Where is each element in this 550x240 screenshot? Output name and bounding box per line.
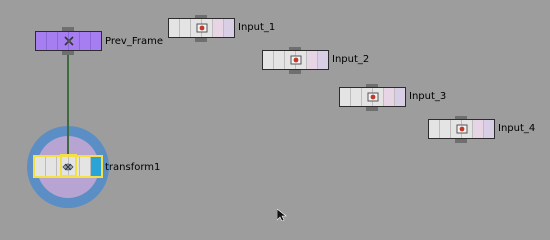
input-3-node[interactable] (339, 87, 406, 107)
input-1-output-port[interactable] (195, 38, 207, 42)
transform1-label: transform1 (105, 162, 161, 173)
input-4-output-port[interactable] (455, 139, 467, 143)
prev-frame-node[interactable] (35, 31, 102, 51)
input-4-label: Input_4 (498, 123, 536, 134)
prev-frame-label: Prev_Frame (105, 36, 163, 47)
node-graph-canvas[interactable]: Prev_Frame Input_1 Input_2 Input_3 Input… (0, 0, 550, 221)
input-3-label: Input_3 (409, 91, 447, 102)
transform1-node[interactable] (33, 154, 103, 178)
input-4-node[interactable] (428, 119, 495, 139)
shuffle-icon (63, 36, 74, 46)
input-2-label: Input_2 (332, 54, 370, 65)
prev-frame-output-port[interactable] (62, 51, 74, 55)
image-input-icon (367, 92, 378, 102)
image-input-icon (456, 124, 467, 134)
input-2-node[interactable] (262, 50, 329, 70)
mouse-pointer-icon (277, 209, 287, 221)
input-2-output-port[interactable] (289, 70, 301, 74)
image-input-icon (196, 23, 207, 33)
input-1-node[interactable] (168, 18, 235, 38)
image-input-icon (290, 55, 301, 65)
input-3-output-port[interactable] (366, 107, 378, 111)
input-1-label: Input_1 (238, 22, 276, 33)
transform-icon (62, 163, 74, 171)
